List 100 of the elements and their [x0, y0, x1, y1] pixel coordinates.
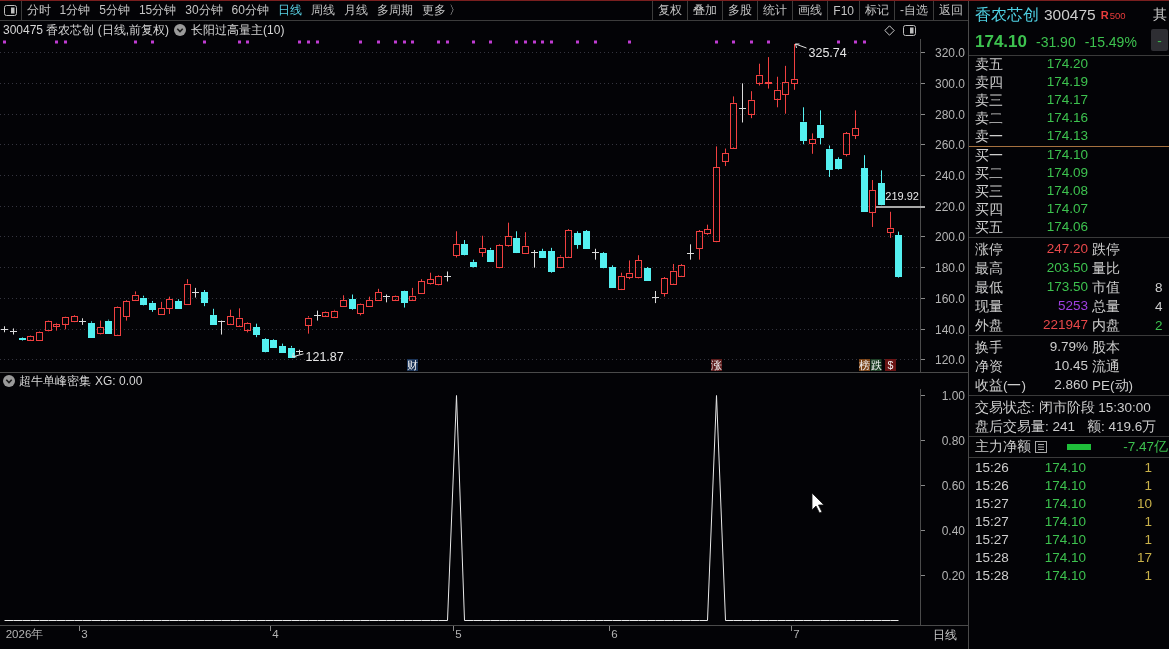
order-price: 174.19 [1046, 74, 1088, 91]
trade-price: 174.10 [1043, 513, 1086, 529]
chart-title: 300475 香农芯创 (日线,前复权) [3, 21, 170, 39]
trade-volume: 1 [1143, 531, 1152, 547]
period-tab[interactable]: 日线 [273, 1, 307, 20]
axis-label: 140.0 [934, 322, 965, 337]
axis-label: 0.60 [941, 478, 965, 493]
stat-value: 5253 [1057, 297, 1088, 315]
panel-icon[interactable] [4, 5, 17, 16]
stat-label: 最低 [975, 278, 1003, 297]
trading-status: 交易状态: 闭市阶段 15:30:00 [975, 398, 1151, 417]
axis-label: 160.0 [934, 291, 965, 306]
order-price: 174.20 [1046, 56, 1088, 73]
date-label: 2026年 [5, 628, 44, 640]
candlestick [548, 247, 555, 274]
stat-value: 2.860 [1054, 376, 1088, 394]
stock-name: 香农芯创 [975, 4, 1039, 25]
period-tab[interactable]: 多周期 [372, 1, 418, 20]
candlestick [748, 90, 755, 119]
trade-volume: 10 [1135, 495, 1152, 511]
order-level-label: 买三 [975, 183, 1003, 201]
stat-label: 跌停 [1092, 240, 1121, 259]
period-tab[interactable]: 60分钟 [227, 1, 274, 20]
candlestick [470, 259, 477, 268]
toolbar-button[interactable]: F10 [827, 1, 859, 20]
axis-label: 1.00 [941, 389, 965, 403]
stat-value: 2 [1155, 318, 1163, 333]
indicator-name: 超牛单峰密集 [19, 372, 91, 390]
price-label: 325.74 [808, 45, 847, 60]
date-label: 5 [455, 628, 462, 640]
stat-label: 收益(一) [975, 376, 1026, 395]
stat-value: 203.50 [1046, 259, 1088, 277]
candlestick [392, 294, 399, 301]
stat-label: 换手 [975, 338, 1003, 357]
event-tag: 涨 [711, 359, 722, 371]
toolbar-button[interactable]: 叠加 [687, 1, 723, 20]
net-flow-bar [1067, 444, 1091, 450]
toolbar-button[interactable]: 复权 [652, 1, 688, 20]
period-tab[interactable]: 月线 [339, 1, 373, 20]
toolbar-button[interactable]: 标记 [859, 1, 894, 20]
date-label: 6 [611, 628, 618, 640]
stat-label: 现量 [975, 297, 1003, 316]
side-tab[interactable]: 其 [1152, 6, 1167, 24]
cursor-icon [811, 492, 825, 514]
diamond-icon[interactable] [884, 24, 895, 36]
list-icon[interactable] [1035, 441, 1047, 453]
toolbar-button[interactable]: -自选 [894, 1, 933, 20]
event-tag: 跌 [870, 359, 882, 371]
stat-label: 内盘 [1092, 316, 1121, 335]
order-price: 174.13 [1046, 128, 1088, 145]
trade-volume: 1 [1143, 567, 1152, 583]
panel-icon[interactable] [903, 24, 916, 36]
toolbar-button[interactable]: 返回 [933, 1, 968, 20]
period-tab[interactable]: 1分钟 [55, 1, 95, 20]
period-tab[interactable]: 5分钟 [94, 1, 135, 20]
stat-value: 4 [1155, 299, 1163, 314]
rating-value: 500 [1109, 10, 1126, 21]
period-button[interactable]: 日线 [933, 627, 957, 642]
percent-change: -15.49% [1084, 34, 1137, 50]
order-price: 174.17 [1046, 92, 1088, 109]
period-tab[interactable]: 15分钟 [134, 1, 181, 20]
after-hours-volume: 盘后交易量: 241 [975, 417, 1076, 436]
date-label: 3 [81, 628, 88, 640]
event-tag: 榜 [859, 359, 870, 371]
axis-label: 120.0 [934, 352, 965, 367]
period-tab[interactable]: 周线 [306, 1, 340, 20]
stat-label: 净资 [975, 357, 1003, 376]
trade-price: 174.10 [1043, 549, 1086, 565]
toolbar-button[interactable]: 多股 [722, 1, 758, 20]
period-tab[interactable]: 30分钟 [180, 1, 228, 20]
trade-price: 174.10 [1043, 495, 1086, 511]
trade-volume: 1 [1143, 477, 1152, 493]
stat-value: 247.20 [1046, 240, 1088, 258]
toolbar-button[interactable]: 画线 [792, 1, 828, 20]
chevron-down-icon[interactable] [3, 375, 15, 387]
period-tab[interactable]: 分时 [22, 1, 55, 20]
order-price: 174.09 [1046, 165, 1088, 182]
order-level-label: 卖一 [975, 128, 1003, 146]
stat-value: 9.79% [1049, 338, 1088, 356]
stat-value: 221947 [1042, 316, 1088, 334]
axis-label: 280.0 [934, 107, 965, 122]
side-value-box: - [1151, 29, 1168, 51]
order-price: 174.10 [1046, 147, 1088, 164]
trade-time: 15:28 [975, 567, 1010, 583]
net-flow-value: -7.47亿 [1123, 438, 1169, 456]
toolbar-button[interactable]: 统计 [757, 1, 793, 20]
arrow-icon [795, 43, 807, 49]
stat-label: 股本 [1092, 338, 1121, 357]
trade-price: 174.10 [1043, 567, 1086, 583]
stat-label: 总量 [1092, 297, 1121, 316]
candlestick [852, 109, 859, 140]
order-level-label: 买五 [975, 219, 1003, 237]
order-price: 174.07 [1046, 201, 1088, 218]
chevron-down-icon[interactable] [174, 24, 187, 36]
axis-label: 0.80 [941, 433, 965, 448]
candlestick [62, 316, 69, 330]
period-tab[interactable]: 更多 〉 [417, 1, 466, 20]
stock-code: 300475 [1044, 6, 1096, 24]
candlestick [149, 300, 156, 313]
price-label: 121.87 [305, 350, 344, 365]
